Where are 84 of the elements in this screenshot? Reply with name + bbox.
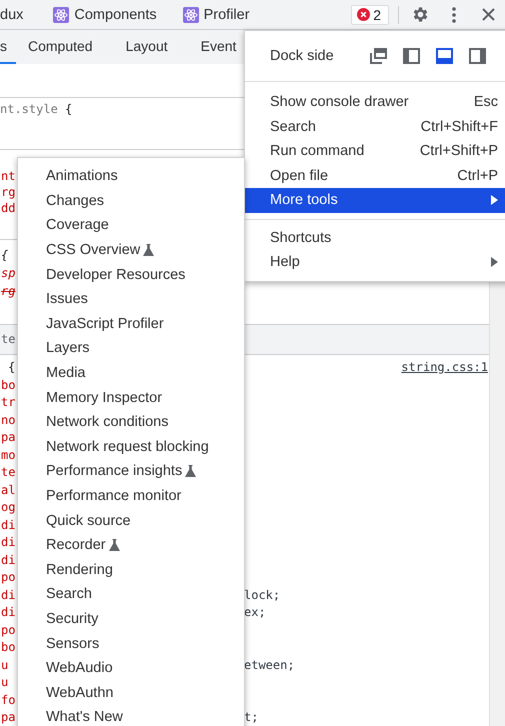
menu-item[interactable]: Changes (18, 188, 244, 214)
menu-item[interactable]: Media (18, 360, 244, 386)
code-text: di (0, 552, 16, 568)
code-text: etween; (244, 656, 295, 674)
flask-icon (108, 539, 120, 552)
submenu-arrow-icon (491, 257, 498, 268)
dock-position-icon[interactable] (436, 48, 454, 64)
more-options-icon[interactable] (452, 6, 456, 22)
menu-item[interactable]: Open file Ctrl+P (245, 164, 505, 188)
flask-icon (185, 465, 196, 478)
menu-item[interactable]: What's New (18, 705, 244, 726)
code-text: rg (0, 283, 16, 300)
source-link[interactable]: string.css:1 (401, 359, 488, 376)
menu-item[interactable]: Recorder (18, 532, 244, 558)
code-text: al (0, 482, 16, 498)
code-text: ex; (244, 604, 266, 621)
code-text: pa (0, 429, 16, 446)
menu-item[interactable]: Network request blocking (18, 434, 244, 460)
sidebar-tab[interactable]: Computed (16, 30, 114, 64)
menu-item[interactable]: Quick source (18, 508, 244, 533)
code-text: no (0, 412, 16, 428)
brace-text: { (64, 101, 72, 118)
menu-item[interactable]: Animations (18, 164, 244, 189)
code-text: pa (0, 709, 16, 726)
error-icon (357, 8, 370, 21)
atom-icon (53, 6, 70, 22)
code-text: te (0, 464, 16, 481)
code-text: bo (0, 639, 16, 656)
code-text: dd (0, 200, 16, 216)
code-text: fo (0, 692, 16, 708)
menu-item[interactable]: Performance insights (18, 459, 244, 484)
code-text: u (0, 656, 8, 674)
panel-tab[interactable]: Components (53, 6, 157, 22)
menu-item[interactable]: Search Ctrl+Shift+F (245, 114, 505, 139)
menu-item[interactable]: More tools (245, 188, 505, 212)
menu-item[interactable]: Rendering (18, 558, 244, 582)
code-text: po (0, 622, 16, 638)
brace-text: { (7, 359, 16, 376)
code-text: po (0, 569, 16, 586)
menu-item[interactable]: Shortcuts (245, 226, 505, 250)
code-text: og (0, 499, 16, 516)
menu-label: Dock side (270, 48, 334, 64)
menu-item[interactable]: Sensors (18, 631, 244, 656)
menu-item[interactable]: CSS Overview (18, 238, 244, 262)
close-icon[interactable] (482, 8, 494, 21)
panel-tab[interactable]: Profiler (182, 6, 250, 22)
menu-item[interactable]: Security (18, 606, 244, 632)
code-text: lock; (244, 586, 280, 604)
menu-item[interactable]: Performance monitor (18, 484, 244, 508)
code-text: di (0, 586, 16, 604)
menu-item[interactable]: Search (18, 582, 244, 607)
atom-icon (182, 6, 199, 22)
code-text: di (0, 604, 16, 621)
code-text: sp (0, 265, 16, 282)
code-text: { (0, 247, 8, 264)
error-badge[interactable]: 2 (351, 4, 389, 24)
selector-text: nt.style (0, 101, 58, 118)
menu-item[interactable]: Issues (18, 286, 244, 312)
menu-item[interactable]: Coverage (18, 213, 244, 238)
code-text: mo (0, 446, 16, 464)
flask-icon (143, 244, 154, 256)
menu-item[interactable]: WebAudio (18, 656, 244, 680)
menu-item[interactable]: Memory Inspector (18, 385, 244, 410)
code-text: nt (0, 168, 16, 184)
code-text: t; (244, 709, 258, 726)
menu-item[interactable]: Run command Ctrl+Shift+P (245, 139, 505, 164)
dock-position-icon[interactable] (468, 48, 487, 64)
menu-item[interactable]: Help (245, 250, 505, 274)
menu-item[interactable]: WebAuthn (18, 680, 244, 706)
code-text: di (0, 516, 16, 534)
sidebar-tab[interactable]: Layout (114, 30, 189, 64)
code-text: bo (0, 376, 16, 394)
panel-tab[interactable]: dux (0, 6, 24, 22)
code-text: rg (0, 184, 16, 200)
code-text: u (0, 674, 8, 691)
menu-item[interactable]: Developer Resources (18, 262, 244, 287)
menu-item[interactable]: Network conditions (18, 410, 244, 435)
dock-position-icon[interactable] (402, 48, 421, 64)
menu-item[interactable]: Show console drawer Esc (245, 90, 505, 114)
code-text: tr (0, 394, 16, 411)
submenu-arrow-icon (491, 195, 498, 206)
sidebar-tab[interactable]: s (0, 30, 16, 64)
dock-position-icon[interactable] (370, 48, 388, 64)
code-text: di (0, 534, 16, 551)
